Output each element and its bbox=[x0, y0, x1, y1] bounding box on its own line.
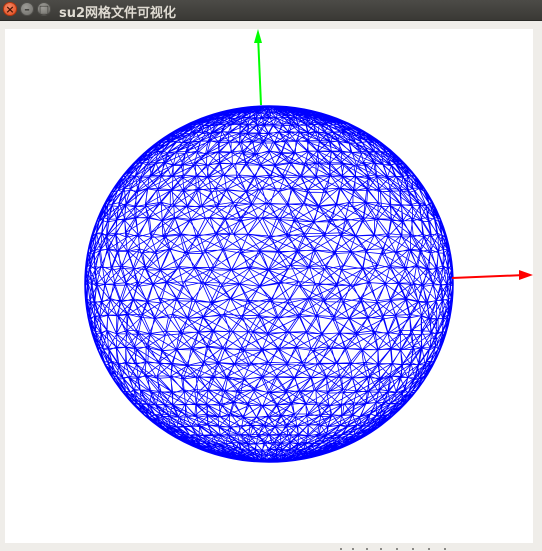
status-edge bbox=[340, 548, 446, 550]
mesh-canvas[interactable] bbox=[5, 29, 533, 543]
window-title: su2网格文件可视化 bbox=[59, 6, 177, 21]
y-axis-arrow bbox=[254, 29, 262, 106]
mesh-wireframe bbox=[84, 105, 454, 463]
close-icon[interactable]: × bbox=[3, 2, 17, 16]
render-viewport[interactable] bbox=[5, 29, 533, 543]
x-axis-arrow bbox=[451, 270, 533, 280]
minimize-icon[interactable]: – bbox=[20, 2, 34, 16]
maximize-icon[interactable]: □ bbox=[37, 2, 51, 16]
app-window: × – □ su2网格文件可视化 bbox=[0, 0, 542, 551]
sphere-mesh bbox=[84, 105, 454, 463]
title-bar[interactable]: × – □ su2网格文件可视化 bbox=[0, 0, 542, 21]
